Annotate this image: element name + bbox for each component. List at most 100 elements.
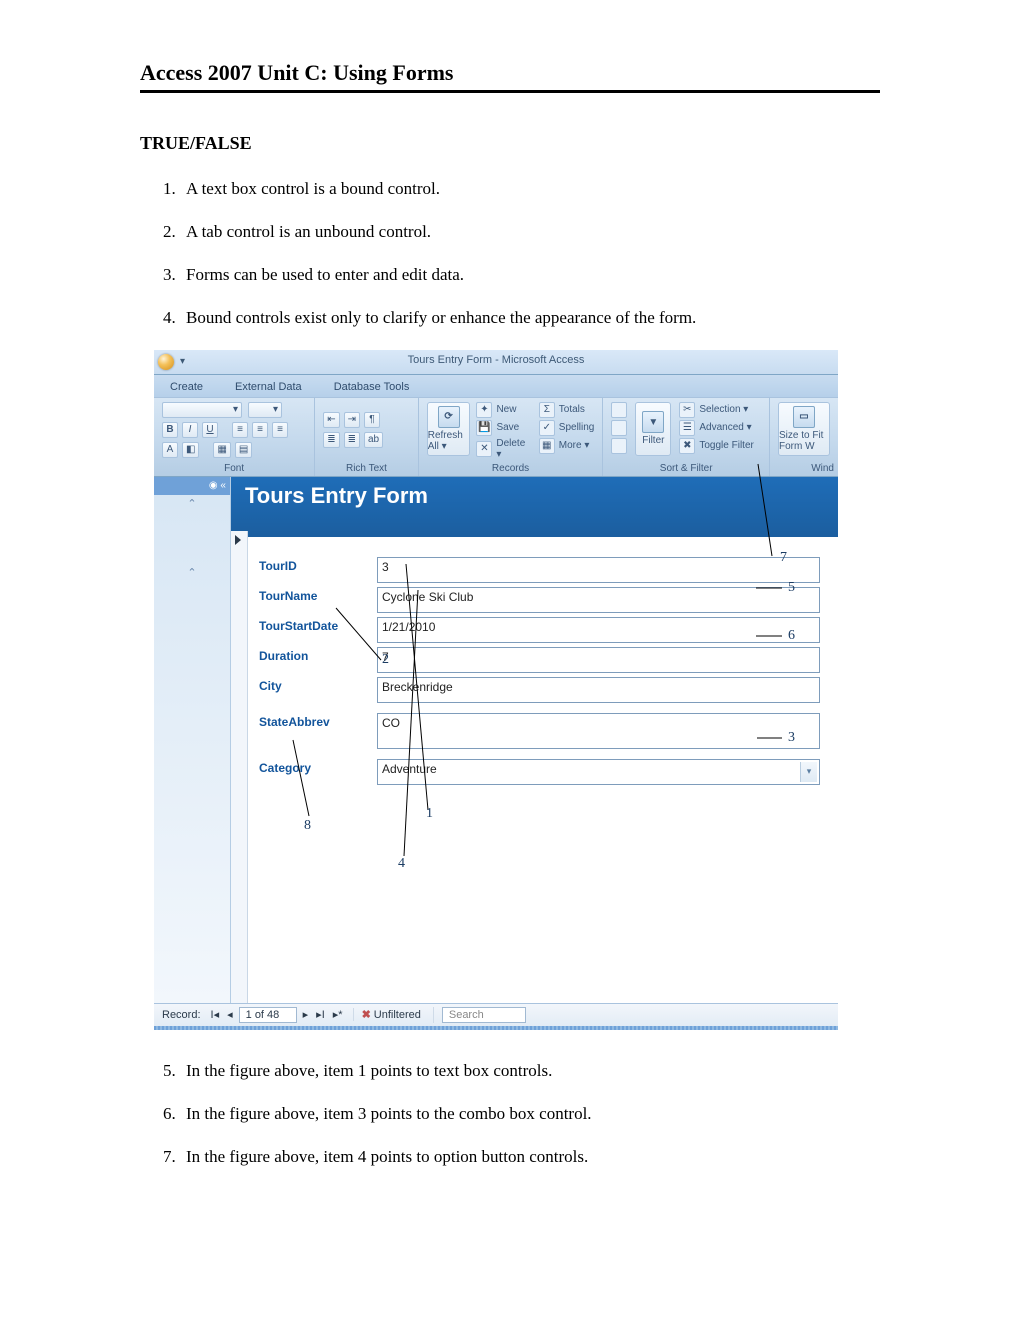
- recnav-filter-status[interactable]: ✖ Unfiltered: [353, 1008, 421, 1021]
- advanced-icon: ☰: [679, 420, 695, 436]
- textbox-stateabbrev[interactable]: CO: [377, 713, 820, 749]
- chevron-down-icon[interactable]: ▾: [800, 762, 817, 782]
- more-button[interactable]: ▦More ▾: [539, 438, 595, 454]
- fill-color-button[interactable]: ◧: [182, 442, 199, 458]
- recnav-position[interactable]: 1 of 48: [239, 1007, 297, 1023]
- question-item: A tab control is an unbound control.: [180, 221, 880, 244]
- navpane-collapse-icon[interactable]: ⌃: [154, 497, 230, 510]
- spelling-icon: ✓: [539, 420, 555, 436]
- record-selector[interactable]: [231, 531, 248, 1003]
- recnav-first-button[interactable]: I◂: [209, 1008, 222, 1021]
- delete-record-button[interactable]: ✕Delete ▾: [476, 438, 532, 460]
- textbox-tourname[interactable]: Cyclone Ski Club: [377, 587, 820, 613]
- save-icon: 💾: [476, 420, 492, 436]
- alt-fill-button[interactable]: ▤: [235, 442, 252, 458]
- ribbon-group-font: ▾ ▾ B I U ≡ ≡ ≡ A: [154, 398, 315, 476]
- sort-asc-button[interactable]: [611, 402, 627, 418]
- callout-number: 1: [426, 806, 433, 822]
- bold-button[interactable]: B: [162, 422, 178, 438]
- underline-button[interactable]: U: [202, 422, 218, 438]
- numbering-button[interactable]: ≣: [344, 432, 360, 448]
- question-item: Forms can be used to enter and edit data…: [180, 264, 880, 287]
- ribbon-group-label: Sort & Filter: [603, 463, 769, 474]
- combobox-category-value: Adventure: [382, 762, 437, 776]
- refresh-all-button[interactable]: ⟳ Refresh All ▾: [427, 402, 471, 456]
- font-color-button[interactable]: A: [162, 442, 178, 458]
- clear-sort-button[interactable]: [611, 438, 627, 454]
- align-center-button[interactable]: ≡: [252, 422, 268, 438]
- window-titlebar: ▾ Tours Entry Form - Microsoft Access: [154, 350, 838, 375]
- window-title: Tours Entry Form - Microsoft Access: [154, 354, 838, 366]
- callout-number: 7: [780, 550, 787, 566]
- size-to-fit-button[interactable]: ▭ Size to Fit Form W: [778, 402, 830, 456]
- font-name-combo[interactable]: ▾: [162, 402, 242, 418]
- navigation-pane[interactable]: ◉ « ⌃ ⌃: [154, 477, 231, 1003]
- question-item: In the figure above, item 1 points to te…: [180, 1060, 880, 1083]
- callout-number: 8: [304, 818, 311, 834]
- gridlines-button[interactable]: ▦: [213, 442, 230, 458]
- highlight-button[interactable]: ab: [364, 432, 383, 448]
- spelling-button[interactable]: ✓Spelling: [539, 420, 595, 436]
- ribbon: ▾ ▾ B I U ≡ ≡ ≡ A: [154, 397, 838, 477]
- decrease-indent-button[interactable]: ⇤: [323, 412, 339, 428]
- toggle-filter-icon: ✖: [679, 438, 695, 454]
- navpane-header[interactable]: ◉ «: [154, 477, 230, 495]
- callout-number: 3: [788, 730, 795, 746]
- form-title: Tours Entry Form: [231, 477, 838, 537]
- combobox-category[interactable]: Adventure ▾: [377, 759, 820, 785]
- ribbon-tabs: Create External Data Database Tools: [154, 375, 838, 397]
- selection-icon: ✂: [679, 402, 695, 418]
- recnav-label: Record:: [162, 1009, 201, 1021]
- tab-database-tools[interactable]: Database Tools: [324, 378, 420, 397]
- question-item: In the figure above, item 3 points to th…: [180, 1103, 880, 1126]
- form-fields: TourID 3 TourName Cyclone Ski Club TourS…: [259, 557, 820, 789]
- tab-external-data[interactable]: External Data: [225, 378, 312, 397]
- advanced-button[interactable]: ☰Advanced ▾: [679, 420, 753, 436]
- title-rule: [140, 90, 880, 93]
- ribbon-group-label: Wind: [770, 463, 838, 474]
- delete-icon: ✕: [476, 441, 492, 457]
- textbox-tourid[interactable]: 3: [377, 557, 820, 583]
- form-icon: ▭: [793, 406, 815, 428]
- textbox-tourstartdate[interactable]: 1/21/2010: [377, 617, 820, 643]
- recnav-search-input[interactable]: Search: [442, 1007, 526, 1023]
- recnav-new-button[interactable]: ▸*: [331, 1008, 345, 1021]
- recnav-prev-button[interactable]: ◂: [225, 1008, 235, 1021]
- field-label-tourstartdate: TourStartDate: [259, 617, 377, 633]
- access-screenshot: ▾ Tours Entry Form - Microsoft Access Cr…: [154, 350, 838, 1030]
- sort-desc-button[interactable]: [611, 420, 627, 436]
- refresh-icon: ⟳: [438, 406, 460, 428]
- selection-button[interactable]: ✂Selection ▾: [679, 402, 753, 418]
- form-area: Tours Entry Form TourID 3 TourName Cyclo…: [231, 477, 838, 1003]
- new-record-button[interactable]: ✦New: [476, 402, 532, 418]
- ribbon-group-records: ⟳ Refresh All ▾ ✦New 💾Save ✕Delete ▾ ΣTo…: [419, 398, 604, 476]
- increase-indent-button[interactable]: ⇥: [344, 412, 360, 428]
- ltr-button[interactable]: ¶: [364, 412, 380, 428]
- qat-customize-icon[interactable]: ▾: [180, 356, 190, 367]
- field-label-tourname: TourName: [259, 587, 377, 603]
- align-left-button[interactable]: ≡: [232, 422, 248, 438]
- recnav-next-button[interactable]: ▸: [301, 1008, 311, 1021]
- page-title: Access 2007 Unit C: Using Forms: [140, 60, 880, 86]
- textbox-city[interactable]: Breckenridge: [377, 677, 820, 703]
- office-orb-icon[interactable]: [158, 354, 174, 370]
- textbox-duration[interactable]: 7: [377, 647, 820, 673]
- figure-wrap: ▾ Tours Entry Form - Microsoft Access Cr…: [154, 350, 880, 1030]
- ribbon-group-label: Font: [154, 463, 314, 474]
- bullets-button[interactable]: ≣: [323, 432, 339, 448]
- sigma-icon: Σ: [539, 402, 555, 418]
- filter-off-icon: ✖: [362, 1008, 371, 1021]
- question-item: In the figure above, item 4 points to op…: [180, 1146, 880, 1169]
- toggle-filter-button[interactable]: ✖Toggle Filter: [679, 438, 753, 454]
- totals-button[interactable]: ΣTotals: [539, 402, 595, 418]
- filter-button[interactable]: ▼ Filter: [635, 402, 671, 456]
- italic-button[interactable]: I: [182, 422, 198, 438]
- field-label-duration: Duration: [259, 647, 377, 663]
- font-size-combo[interactable]: ▾: [248, 402, 282, 418]
- new-icon: ✦: [476, 402, 492, 418]
- align-right-button[interactable]: ≡: [272, 422, 288, 438]
- tab-create[interactable]: Create: [160, 378, 213, 397]
- save-record-button[interactable]: 💾Save: [476, 420, 532, 436]
- recnav-last-button[interactable]: ▸I: [314, 1008, 327, 1021]
- navpane-collapse-icon[interactable]: ⌃: [154, 566, 230, 579]
